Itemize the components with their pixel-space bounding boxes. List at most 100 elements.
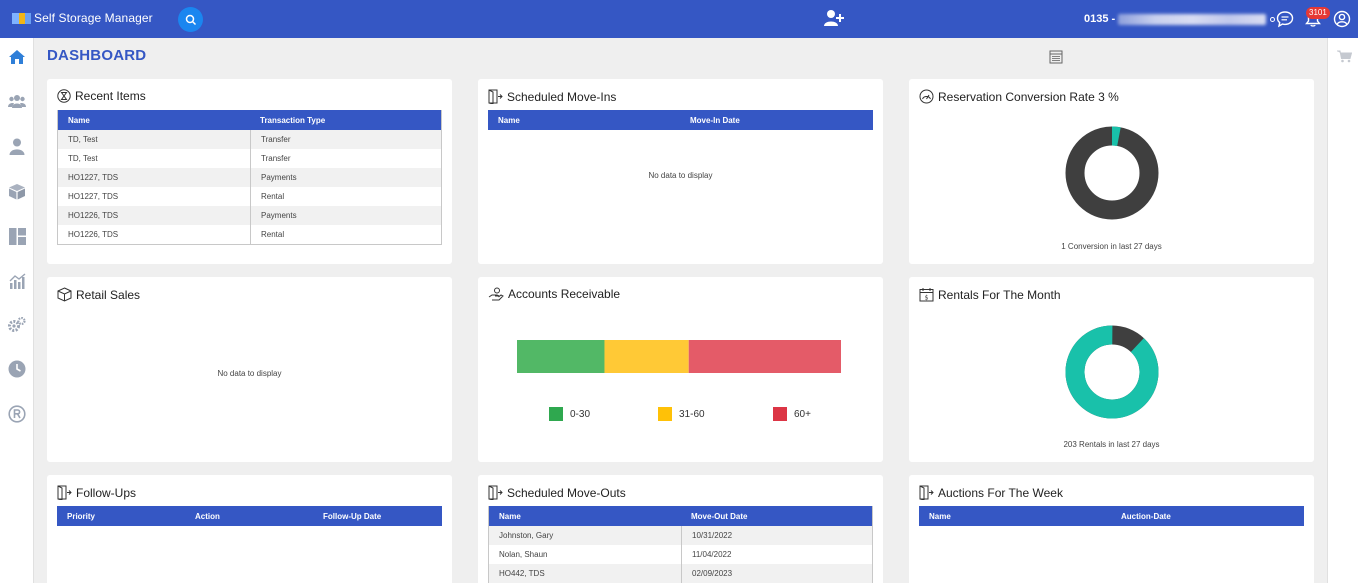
column-header[interactable]: Name: [488, 116, 680, 125]
bar-segment-60+[interactable]: [688, 340, 841, 373]
nav-user-icon[interactable]: [7, 136, 27, 156]
card-header: Retail Sales: [57, 287, 140, 302]
follow-ups-table: Priority Action Follow-Up Date: [57, 506, 442, 526]
table-cell: HO1227, TDS: [68, 173, 119, 182]
conversion-donut-chart: [1065, 126, 1159, 220]
retail-sales-card: Retail Sales No data to display: [47, 277, 452, 462]
card-title: Follow-Ups: [76, 485, 137, 500]
table-row[interactable]: HO1227, TDS Payments: [58, 168, 441, 187]
recent-items-card: Recent Items Name Transaction Type TD, T…: [47, 79, 452, 264]
nav-registered-icon[interactable]: [7, 404, 27, 424]
table-header: Priority Action Follow-Up Date: [57, 506, 442, 526]
notification-badge: 3101: [1306, 7, 1330, 19]
card-header: Scheduled Move-Outs: [488, 485, 626, 500]
side-navigation: [0, 38, 34, 583]
account-selector[interactable]: 0135 -: [1084, 13, 1276, 25]
door-in-icon: [488, 89, 503, 104]
top-bar: Self Storage Manager 0135 - 3101: [0, 0, 1358, 38]
column-header[interactable]: Name: [58, 116, 250, 125]
move-ins-card: Scheduled Move-Ins Name Move-In Date No …: [478, 79, 883, 264]
gauge-icon: [919, 89, 934, 104]
card-title: Rentals For The Month: [938, 287, 1061, 302]
legend-swatch: [549, 407, 563, 421]
column-header[interactable]: Transaction Type: [250, 116, 325, 125]
door-icon: [57, 485, 72, 500]
column-header[interactable]: Action: [185, 512, 313, 521]
column-header[interactable]: Priority: [57, 512, 185, 521]
table-cell: Nolan, Shaun: [499, 550, 548, 559]
legend-swatch: [773, 407, 787, 421]
table-row[interactable]: HO1226, TDS Payments: [58, 206, 441, 225]
rentals-month-card: $ Rentals For The Month 203 Rentals in l…: [909, 277, 1314, 462]
table-row[interactable]: HO1226, TDS Rental: [58, 225, 441, 244]
door-icon: [919, 485, 934, 500]
add-customer-icon[interactable]: [823, 9, 845, 27]
auctions-table: Name Auction-Date: [919, 506, 1304, 526]
chat-icon[interactable]: [1276, 10, 1294, 28]
card-header: Reservation Conversion Rate 3 %: [919, 89, 1119, 104]
table-header: Name Transaction Type: [58, 110, 441, 130]
table-row[interactable]: Nolan, Shaun 11/04/2022: [489, 545, 872, 564]
column-header[interactable]: Follow-Up Date: [313, 512, 381, 521]
legend-label: 31-60: [679, 408, 705, 420]
nav-home-icon[interactable]: [7, 47, 27, 67]
nav-dashboard-icon[interactable]: [7, 226, 27, 246]
column-header[interactable]: Move-Out Date: [681, 512, 747, 521]
column-header[interactable]: Name: [489, 512, 681, 521]
table-row[interactable]: TD, Test Transfer: [58, 149, 441, 168]
move-ins-table: Name Move-In Date: [488, 110, 873, 130]
calendar-icon[interactable]: [1049, 50, 1063, 64]
cart-icon[interactable]: [1337, 50, 1352, 63]
card-header: Auctions For The Week: [919, 485, 1063, 500]
table-cell: 02/09/2023: [681, 564, 732, 583]
page-title: DASHBOARD: [47, 47, 147, 64]
column-header[interactable]: Name: [919, 512, 1111, 521]
nav-clock-icon[interactable]: [7, 359, 27, 379]
table-row[interactable]: HO442, TDS 02/09/2023: [489, 564, 872, 583]
chart-caption: 1 Conversion in last 27 days: [1061, 242, 1162, 251]
column-header[interactable]: Auction-Date: [1111, 512, 1171, 521]
card-title: Retail Sales: [76, 287, 141, 302]
chart-caption: 203 Rentals in last 27 days: [1063, 440, 1160, 449]
account-dot-icon: [1270, 16, 1276, 22]
nav-settings-icon[interactable]: [7, 315, 27, 335]
table-header: Name Move-Out Date: [489, 506, 872, 526]
table-cell: 10/31/2022: [681, 526, 732, 545]
search-icon: [185, 14, 196, 25]
accounts-receivable-card: Accounts Receivable 0-30 31-60 60+: [478, 277, 883, 462]
nav-people-icon[interactable]: [7, 91, 27, 111]
card-header: Follow-Ups: [57, 485, 136, 500]
table-row[interactable]: Johnston, Gary 10/31/2022: [489, 526, 872, 545]
table-header: Name Move-In Date: [488, 110, 873, 130]
user-profile-icon[interactable]: [1333, 10, 1351, 28]
column-header[interactable]: Move-In Date: [680, 116, 740, 125]
table-cell: Rental: [250, 187, 284, 206]
app-logo[interactable]: Self Storage Manager: [12, 11, 153, 25]
legend-item[interactable]: 0-30: [549, 407, 590, 421]
account-id: 0135 -: [1084, 13, 1116, 25]
card-header: Accounts Receivable: [488, 287, 620, 301]
auctions-card: Auctions For The Week Name Auction-Date: [909, 475, 1314, 583]
nav-box-icon[interactable]: [7, 181, 27, 201]
nav-reports-chart-icon[interactable]: [7, 271, 27, 291]
recent-items-table: Name Transaction Type TD, Test Transfer TD…: [57, 110, 442, 245]
empty-message: No data to display: [217, 369, 282, 378]
search-button[interactable]: [178, 7, 203, 32]
card-title: Reservation Conversion Rate 3 %: [938, 89, 1119, 104]
bar-segment-0-30[interactable]: [517, 340, 605, 373]
table-cell: Payments: [250, 168, 297, 187]
table-row[interactable]: TD, Test Transfer: [58, 130, 441, 149]
legend-item[interactable]: 31-60: [658, 407, 705, 421]
card-header: Scheduled Move-Ins: [488, 89, 616, 104]
table-cell: 11/04/2022: [681, 545, 731, 564]
logo-mark-icon: [12, 12, 32, 24]
table-cell: Payments: [250, 206, 297, 225]
table-cell: HO442, TDS: [499, 569, 545, 578]
table-row[interactable]: HO1227, TDS Rental: [58, 187, 441, 206]
hand-coin-icon: [488, 287, 504, 301]
bar-segment-31-60[interactable]: [604, 340, 689, 373]
legend-item[interactable]: 60+: [773, 407, 811, 421]
card-header: $ Rentals For The Month: [919, 287, 1061, 302]
donut-rentals-slice[interactable]: [1065, 325, 1159, 419]
card-header: Recent Items: [57, 89, 146, 103]
